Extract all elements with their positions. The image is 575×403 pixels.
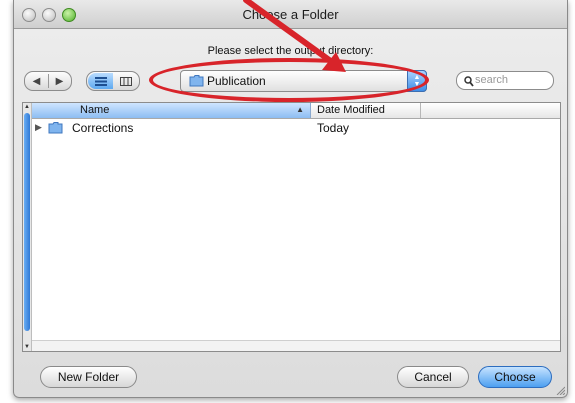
row-date: Today [317,121,350,135]
cancel-button[interactable]: Cancel [397,366,469,388]
annotation-arrow-icon [243,0,346,72]
horizontal-scrollbar[interactable] [32,340,560,351]
row-name: Corrections [72,121,134,135]
column-header-name[interactable]: Name ▲ [32,103,311,118]
search-icon [464,74,474,92]
list-view-icon [94,76,107,86]
search-placeholder: search [475,74,509,86]
scroll-up-arrow-icon[interactable]: ▲ [24,104,30,110]
scroll-thumb[interactable] [24,113,30,331]
back-forward-buttons: ◀ ▶ [24,71,72,91]
vertical-scrollbar[interactable]: ▲ ▼ [23,103,32,351]
column-header-name-label: Name [80,104,110,116]
file-browser-list: ▲ ▼ Name ▲ Date Modified ▶ Corrections T… [22,102,561,352]
table-row[interactable]: ▶ Corrections Today [32,120,560,136]
disclosure-triangle-icon[interactable]: ▶ [35,122,42,133]
column-view-button[interactable] [113,73,138,89]
column-header-date[interactable]: Date Modified [317,104,385,116]
forward-button[interactable]: ▶ [49,76,71,87]
scroll-down-arrow-icon[interactable]: ▼ [24,344,30,350]
resize-grip-icon[interactable] [555,385,565,395]
list-view-button[interactable] [88,73,113,89]
column-view-icon [119,76,132,86]
column-header: Name ▲ Date Modified [32,103,560,119]
search-field[interactable]: search [456,71,554,90]
back-button[interactable]: ◀ [26,76,48,87]
new-folder-button[interactable]: New Folder [40,366,137,388]
choose-button[interactable]: Choose [478,366,552,388]
sort-ascending-icon: ▲ [296,105,304,114]
view-mode-buttons [86,71,140,91]
folder-icon [48,121,63,137]
column-divider [420,103,421,118]
